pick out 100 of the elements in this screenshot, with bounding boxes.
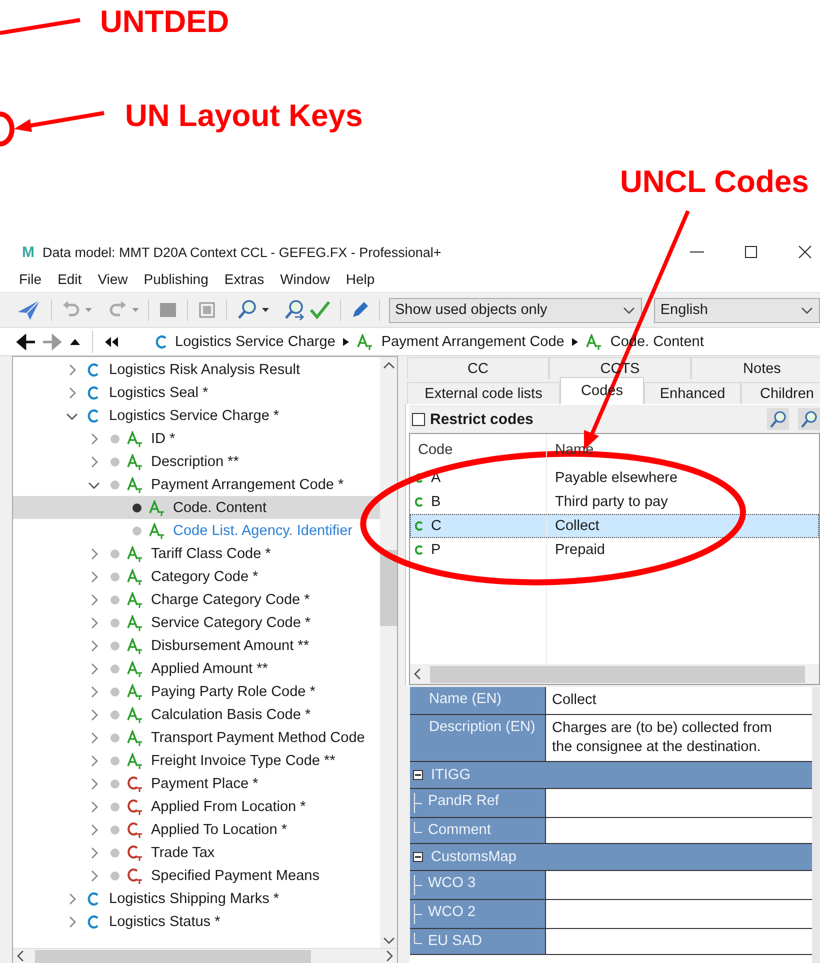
search-button[interactable] [767, 408, 789, 430]
menu-item[interactable]: Window [272, 271, 338, 287]
tree-item[interactable]: Applied To Location * [13, 818, 380, 841]
tree-line-icon [414, 793, 422, 813]
tab[interactable]: External code lists [407, 382, 560, 404]
code-icon [415, 473, 423, 483]
tree-line-icon [414, 875, 422, 895]
tree-item[interactable]: Code List. Agency. Identifier [13, 519, 380, 542]
caret-icon [85, 308, 92, 312]
class-icon [87, 892, 99, 906]
menu-item[interactable]: View [90, 271, 136, 287]
tree-item[interactable]: Charge Category Code * [13, 588, 380, 611]
tree-item[interactable]: Payment Arrangement Code * [13, 473, 380, 496]
tab[interactable]: Children [741, 382, 820, 404]
bullet-icon [110, 756, 120, 766]
menu-item[interactable]: Help [338, 271, 383, 287]
attribute-icon [127, 684, 143, 700]
attribute-icon [149, 522, 165, 538]
attribute-icon [127, 454, 143, 470]
tree-item[interactable]: Logistics Risk Analysis Result [13, 358, 380, 381]
property-label: Description (EN) [410, 715, 546, 761]
tab[interactable]: Enhanced [644, 382, 741, 404]
bullet-icon [110, 618, 120, 628]
tree-item[interactable]: Trade Tax [13, 841, 380, 864]
tab[interactable]: CC [407, 357, 549, 379]
bullet-icon [132, 502, 142, 512]
stop-icon[interactable] [158, 300, 178, 320]
search-button[interactable] [798, 408, 820, 430]
column-header[interactable]: Code [410, 434, 547, 466]
tree-item[interactable]: Service Category Code * [13, 611, 380, 634]
scrollbar[interactable] [812, 687, 820, 963]
search-icon[interactable] [282, 299, 305, 321]
tree-item[interactable]: Category Code * [13, 565, 380, 588]
table-cell-text: Payable elsewhere [554, 470, 678, 486]
bullet-icon [110, 480, 120, 490]
tree-item[interactable]: Applied Amount ** [13, 657, 380, 680]
bullet-icon [110, 434, 120, 444]
scrollbar-thumb[interactable] [35, 950, 311, 962]
bullet-icon [110, 732, 120, 742]
collapse-icon[interactable] [413, 770, 423, 780]
association-icon [127, 822, 143, 838]
tree-line-icon [414, 822, 422, 833]
search-icon [769, 410, 787, 428]
tree-item[interactable]: Disbursement Amount ** [13, 634, 380, 657]
tree-item[interactable]: Applied From Location * [13, 795, 380, 818]
square-icon[interactable] [196, 300, 217, 320]
breadcrumb-link[interactable]: Payment Arrangement Code [381, 334, 564, 350]
attribute-icon [127, 568, 143, 584]
annotation-label: UNCL Codes [620, 166, 809, 197]
menu-item[interactable]: Edit [50, 271, 90, 287]
breadcrumb-link[interactable]: Logistics Service Charge [175, 334, 336, 350]
back-arrow-icon[interactable] [16, 334, 36, 350]
tree-item[interactable]: Logistics Shipping Marks * [13, 887, 380, 910]
tree-item[interactable]: Tariff Class Code * [13, 542, 380, 565]
menu-item[interactable]: Extras [216, 271, 272, 287]
class-icon [87, 386, 99, 400]
tree-item[interactable]: Transport Payment Method Code [13, 726, 380, 749]
menu-item[interactable]: File [11, 271, 50, 287]
tree-item[interactable]: Code. Content [13, 496, 380, 519]
property-label: Name (EN) [410, 687, 546, 714]
attribute-icon [357, 334, 374, 350]
language-dropdown[interactable]: English [654, 298, 820, 322]
tree-line-icon [414, 904, 422, 924]
tree-item[interactable]: Payment Place * [13, 772, 380, 795]
paper-plane-icon[interactable] [16, 298, 42, 322]
tree-item[interactable]: Calculation Basis Code * [13, 703, 380, 726]
tree-item[interactable]: Description ** [13, 450, 380, 473]
bullet-icon [110, 548, 120, 558]
bullet-icon [110, 824, 120, 834]
property-label: EU SAD [428, 933, 482, 949]
tree-item[interactable]: Freight Invoice Type Code ** [13, 749, 380, 772]
tree-item[interactable]: ID * [13, 427, 380, 450]
checkbox[interactable] [412, 412, 425, 426]
table-cell: P [431, 542, 441, 558]
property-value[interactable]: Charges are (to be) collected from the consignee at the destination. [546, 715, 812, 761]
tree-item[interactable]: Logistics Status * [13, 910, 380, 933]
table-row[interactable]: C Collect [410, 514, 819, 538]
bullet-icon [110, 594, 120, 604]
class-icon [87, 408, 99, 422]
table-row[interactable]: P Prepaid [410, 538, 819, 562]
forward-arrow-icon[interactable] [42, 334, 62, 350]
scrollbar-thumb[interactable] [380, 550, 397, 626]
tree-item[interactable]: Paying Party Role Code * [13, 680, 380, 703]
tree-item[interactable]: Logistics Service Charge * [13, 404, 380, 427]
attribute-icon [127, 476, 143, 492]
collapse-icon[interactable] [413, 852, 423, 862]
tree-item[interactable]: Logistics Seal * [13, 381, 380, 404]
property-value[interactable]: Collect [546, 687, 812, 714]
filter-dropdown[interactable]: Show used objects only [388, 298, 642, 322]
scrollbar-thumb[interactable] [430, 666, 805, 682]
annotation-label: UN Layout Keys [125, 100, 363, 131]
check-icon[interactable] [308, 299, 331, 321]
caret-icon [132, 308, 139, 312]
attribute-icon [127, 592, 143, 608]
tab[interactable]: Notes [691, 357, 820, 379]
menu-item[interactable]: Publishing [136, 271, 216, 287]
table-cell: C [431, 518, 442, 534]
bullet-icon [110, 848, 120, 858]
tree-item[interactable]: Specified Payment Means [13, 864, 380, 887]
search-icon[interactable] [236, 299, 258, 321]
